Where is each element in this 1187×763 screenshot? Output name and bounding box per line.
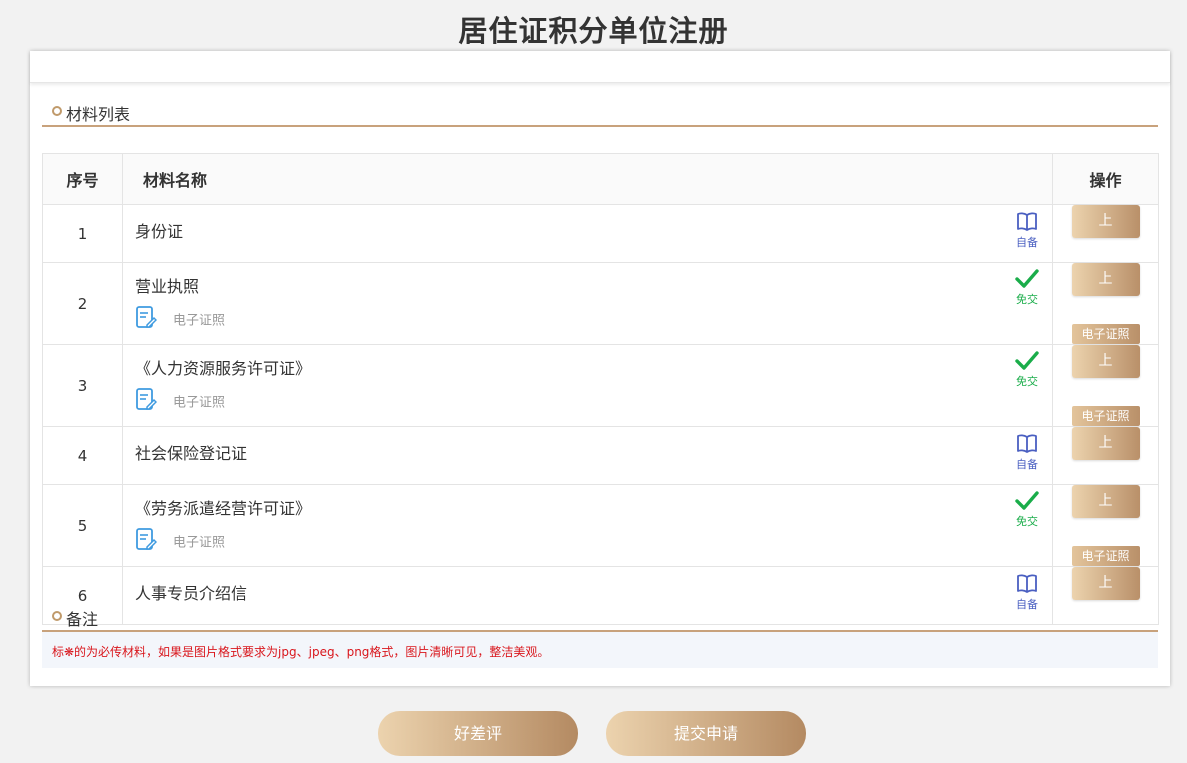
- status-label: 免交: [1016, 375, 1038, 388]
- row-index: 5: [42, 484, 123, 567]
- material-name: 社会保险登记证: [135, 444, 248, 463]
- notes-section-title: 备注: [66, 610, 99, 629]
- material-cell: 《劳务派遣经营许可证》电子证照 免交: [122, 484, 1053, 567]
- operation-cell: 上传: [1052, 426, 1159, 485]
- document-edit-icon: [135, 305, 158, 333]
- electronic-license-link[interactable]: 电子证照: [135, 387, 225, 415]
- status-label: 免交: [1016, 293, 1038, 306]
- electronic-license-label: 电子证照: [173, 395, 226, 411]
- registration-card: 材料列表 序号 材料名称 操作 1 身份证 自备 上传 2 营业执照 电子证照 免交 上传 电子证…: [30, 51, 1170, 686]
- electronic-license-link[interactable]: 电子证照: [135, 527, 225, 555]
- electronic-license-label: 电子证照: [173, 535, 226, 551]
- upload-button[interactable]: 上传: [1071, 263, 1140, 320]
- electronic-license-button[interactable]: 电子证照: [1071, 324, 1140, 344]
- header-index: 序号: [42, 153, 123, 205]
- operation-cell: 上传 电子证照: [1052, 344, 1159, 427]
- page-title: 居住证积分单位注册: [458, 14, 729, 48]
- materials-section-title: 材料列表: [66, 105, 131, 124]
- table-row: 1 身份证 自备 上传: [42, 204, 1159, 263]
- electronic-license-link[interactable]: 电子证照: [135, 305, 225, 333]
- upload-button[interactable]: 上传: [1071, 567, 1140, 624]
- status-badge: 免交: [1014, 268, 1040, 307]
- note-text: 标❋的为必传材料，如果是图片格式要求为jpg、jpeg、png格式，图片清晰可见…: [42, 632, 1158, 668]
- status-label: 自备: [1016, 236, 1038, 249]
- status-badge: 免交: [1014, 350, 1040, 389]
- status-label: 免交: [1016, 515, 1038, 528]
- card-top-strip: [30, 51, 1170, 83]
- operation-cell: 上传 电子证照: [1052, 484, 1159, 567]
- upload-button[interactable]: 上传: [1071, 345, 1140, 402]
- table-row: 5 《劳务派遣经营许可证》电子证照 免交 上传电子证照: [42, 484, 1159, 567]
- material-name: 身份证: [135, 222, 184, 241]
- material-name: 营业执照: [135, 277, 200, 296]
- upload-button[interactable]: 上传: [1071, 485, 1140, 542]
- row-index: 1: [42, 204, 123, 263]
- row-index: 3: [42, 344, 123, 427]
- status-badge: 免交: [1014, 490, 1040, 529]
- document-edit-icon: [135, 527, 158, 555]
- upload-button[interactable]: 上传: [1071, 427, 1140, 484]
- header-ops: 操作: [1052, 153, 1159, 205]
- operation-cell: 上传 电子证照: [1052, 262, 1159, 345]
- material-name: 《劳务派遣经营许可证》: [135, 499, 312, 518]
- submit-button[interactable]: 提交申请: [606, 711, 806, 756]
- status-label: 自备: [1016, 458, 1038, 471]
- table-row: 2 营业执照电子证照 免交 上传电子证照: [42, 262, 1159, 345]
- row-index: 2: [42, 262, 123, 345]
- table-row: 3 《人力资源服务许可证》电子证照 免交 上传电子证照: [42, 344, 1159, 427]
- material-cell: 《人力资源服务许可证》电子证照 免交: [122, 344, 1053, 427]
- material-name: 《人力资源服务许可证》: [135, 359, 312, 378]
- review-button[interactable]: 好差评: [378, 711, 578, 756]
- document-edit-icon: [135, 387, 158, 415]
- table-header-row: 序号 材料名称 操作: [42, 153, 1159, 205]
- materials-section-header: 材料列表: [42, 101, 1158, 127]
- materials-table: 序号 材料名称 操作 1 身份证 自备 上传 2 营业执照 电子证照 免交 上传 电子证照 3 《人力…: [42, 153, 1159, 625]
- material-cell: 营业执照电子证照 免交: [122, 262, 1053, 345]
- circle-bullet-icon: [52, 106, 62, 116]
- electronic-license-label: 电子证照: [173, 313, 226, 329]
- table-row: 4 社会保险登记证 自备 上传: [42, 426, 1159, 485]
- operation-cell: 上传: [1052, 204, 1159, 263]
- material-name: 人事专员介绍信: [135, 584, 248, 603]
- header-name: 材料名称: [122, 153, 1053, 205]
- electronic-license-button[interactable]: 电子证照: [1071, 406, 1140, 426]
- status-badge: 自备: [1014, 434, 1040, 472]
- material-cell: 身份证自备: [122, 204, 1053, 263]
- row-index: 4: [42, 426, 123, 485]
- electronic-license-button[interactable]: 电子证照: [1071, 546, 1140, 566]
- notes-section-header: 备注: [42, 606, 1158, 632]
- status-badge: 自备: [1014, 212, 1040, 250]
- upload-button[interactable]: 上传: [1071, 205, 1140, 262]
- material-cell: 社会保险登记证自备: [122, 426, 1053, 485]
- circle-bullet-icon: [52, 611, 62, 621]
